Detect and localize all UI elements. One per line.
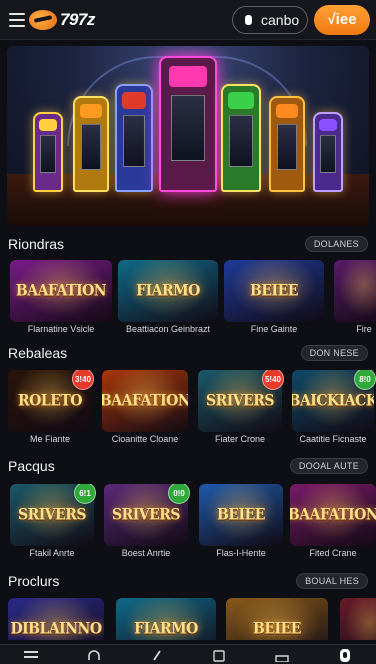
user-icon xyxy=(245,14,252,25)
slot-machine-image xyxy=(33,112,63,192)
wallet-icon[interactable] xyxy=(210,648,228,662)
game-tile[interactable]: BAAFATION Flarnatine Vsicle xyxy=(10,260,112,340)
headset-icon[interactable] xyxy=(85,648,103,662)
game-logo-text: BEIEE xyxy=(250,281,298,301)
pen-icon[interactable] xyxy=(148,648,166,662)
game-logo-text: BEIEE xyxy=(253,619,301,639)
profile-icon[interactable] xyxy=(336,648,354,662)
top-bar: 797z canbo √iee xyxy=(0,0,376,40)
game-tile[interactable] xyxy=(340,598,376,640)
game-row: ROLETO 3!40 Me Fiante BAAFATION Cioanitt… xyxy=(6,370,376,450)
game-logo-text: SRIVERS xyxy=(17,505,87,525)
game-tile[interactable]: SRIVERS 0!0 Boest Anrtie xyxy=(104,484,190,564)
game-logo-text: BAICKIACK xyxy=(292,391,374,411)
game-logo-text: ROLETO xyxy=(18,391,82,411)
login-button[interactable]: canbo xyxy=(232,5,308,34)
logo-icon xyxy=(29,9,57,30)
game-name: Boest Anrtie xyxy=(121,548,171,558)
game-name: Fine Gainte xyxy=(250,324,298,334)
menu-icon[interactable] xyxy=(9,12,25,27)
gift-icon[interactable] xyxy=(273,648,291,662)
see-all-button[interactable]: DOOAL AUTE xyxy=(289,458,368,474)
game-logo-text: SRIVERS xyxy=(205,391,275,411)
game-name: Flas-I-Hente xyxy=(216,548,266,558)
join-button[interactable]: √iee xyxy=(314,4,370,35)
game-tile[interactable]: FIARMO xyxy=(116,598,216,640)
login-label: canbo xyxy=(261,11,300,28)
game-tile[interactable]: SRIVERS 6!1 Ftakil Anrte xyxy=(10,484,96,564)
section-title: Rebaleas xyxy=(8,345,68,361)
game-thumbnail: FIARMO xyxy=(118,260,218,322)
game-name: Me Fiante xyxy=(29,434,71,444)
section-header: Rebaleas DON NESE xyxy=(8,343,368,363)
section-title: Riondras xyxy=(8,236,65,252)
slot-machine-image xyxy=(269,96,305,192)
slot-machine-image xyxy=(159,56,217,192)
game-thumbnail: BEIEE xyxy=(199,484,283,546)
game-logo-text: BAAFATION xyxy=(102,391,188,411)
game-tile[interactable]: Fire xyxy=(334,260,376,340)
slot-machine-image xyxy=(73,96,109,192)
bottom-nav xyxy=(0,644,376,664)
game-thumbnail: BAAFATION xyxy=(290,484,376,546)
game-thumbnail: BAAFATION xyxy=(102,370,188,432)
game-thumbnail xyxy=(334,260,376,322)
slot-machine-image xyxy=(115,84,153,192)
game-tile[interactable]: BEIEE Flas-I-Hente xyxy=(199,484,283,564)
game-tile[interactable]: BAICKIACK 8!0 Caatitie Ficnaste xyxy=(292,370,376,450)
game-thumbnail: FIARMO xyxy=(116,598,216,640)
slot-machine-image xyxy=(313,112,343,192)
game-row: DIBLAINNO FIARMO BEIEE xyxy=(6,598,376,640)
game-name: Flarnatine Vsicle xyxy=(27,324,95,334)
game-row: SRIVERS 6!1 Ftakil Anrte SRIVERS 0!0 Boe… xyxy=(6,484,376,564)
game-tile[interactable]: BEIEE Fine Gainte xyxy=(224,260,324,340)
game-thumbnail: BAAFATION xyxy=(10,260,112,322)
hero-banner[interactable] xyxy=(7,46,369,226)
logo-text: 797z xyxy=(60,9,95,29)
game-logo-text: FIARMO xyxy=(134,619,198,639)
game-tile[interactable]: SRIVERS 5!40 Fiater Crone xyxy=(198,370,284,450)
section-header: Riondras DOLANES xyxy=(8,234,368,254)
section-header: Proclurs BOUAL HES xyxy=(8,571,368,591)
game-logo-text: SRIVERS xyxy=(111,505,181,525)
game-thumbnail xyxy=(340,598,376,640)
section-header: Pacqus DOOAL AUTE xyxy=(8,456,368,476)
see-all-button[interactable]: DON NESE xyxy=(300,345,368,361)
section-title: Pacqus xyxy=(8,458,55,474)
slot-machine-image xyxy=(221,84,261,192)
game-name: Fire xyxy=(356,324,372,334)
game-tile[interactable]: DIBLAINNO xyxy=(8,598,104,640)
game-thumbnail: DIBLAINNO xyxy=(8,598,104,640)
game-logo-text: BEIEE xyxy=(217,505,265,525)
game-row: BAAFATION Flarnatine Vsicle FIARMO Beatt… xyxy=(6,260,376,340)
game-name: Fited Crane xyxy=(309,548,357,558)
game-thumbnail: BEIEE xyxy=(224,260,324,322)
game-name: Caatitie Ficnaste xyxy=(299,434,367,444)
see-all-button[interactable]: DOLANES xyxy=(304,236,368,252)
game-tile[interactable]: BEIEE xyxy=(226,598,328,640)
game-logo-text: FIARMO xyxy=(136,281,200,301)
game-name: Cioanitte Cloane xyxy=(111,434,179,444)
game-logo-text: BAAFATION xyxy=(290,505,376,525)
menu-icon[interactable] xyxy=(22,648,40,662)
game-tile[interactable]: ROLETO 3!40 Me Fiante xyxy=(8,370,94,450)
section-title: Proclurs xyxy=(8,573,60,589)
brand-logo[interactable]: 797z xyxy=(29,9,95,30)
game-thumbnail: BEIEE xyxy=(226,598,328,640)
see-all-button[interactable]: BOUAL HES xyxy=(296,573,368,589)
game-tile[interactable]: FIARMO Beattiacon Geinbrazt xyxy=(118,260,218,340)
game-name: Beattiacon Geinbrazt xyxy=(125,324,211,334)
game-logo-text: BAAFATION xyxy=(15,281,107,301)
game-tile[interactable]: BAAFATION Fited Crane xyxy=(290,484,376,564)
game-logo-text: DIBLAINNO xyxy=(10,619,102,639)
game-name: Ftakil Anrte xyxy=(29,548,75,558)
game-name: Fiater Crone xyxy=(214,434,266,444)
game-tile[interactable]: BAAFATION Cioanitte Cloane xyxy=(102,370,188,450)
